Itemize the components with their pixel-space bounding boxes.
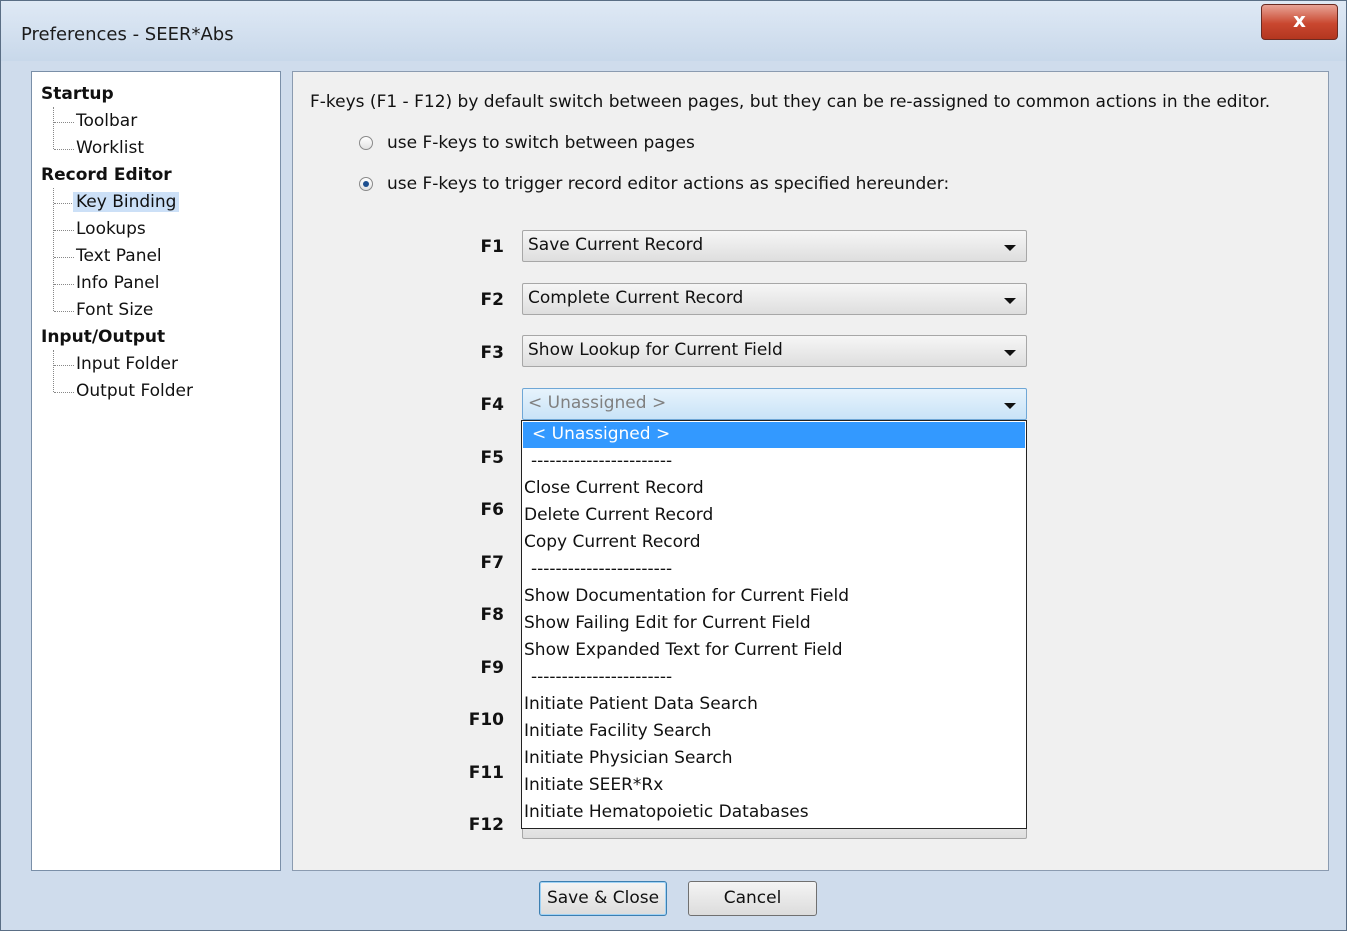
chevron-down-icon — [1004, 245, 1016, 251]
fkey-label: F4 — [480, 395, 504, 415]
chevron-down-icon — [1004, 298, 1016, 304]
dropdown-option[interactable]: Delete Current Record — [523, 503, 1025, 529]
dropdown-option[interactable]: < Unassigned > — [523, 422, 1025, 448]
save-close-label: Save & Close — [546, 888, 660, 908]
tree-item-info-panel[interactable]: Info Panel — [76, 273, 159, 293]
f4-selected-value: < Unassigned > — [528, 393, 667, 413]
tree-item-text-panel[interactable]: Text Panel — [76, 246, 162, 266]
cancel-label: Cancel — [723, 888, 782, 908]
dropdown-option[interactable]: Initiate SEER*Rx — [523, 773, 1025, 799]
fkey-label: F5 — [480, 448, 504, 468]
title-bar: Preferences - SEER*Abs x — [1, 1, 1346, 61]
save-close-button[interactable]: Save & Close — [539, 881, 667, 916]
f4-action-select[interactable]: < Unassigned > — [522, 388, 1027, 420]
tree-category-startup[interactable]: Startup — [41, 84, 114, 104]
window-title: Preferences - SEER*Abs — [21, 24, 234, 45]
fkey-label: F6 — [480, 500, 504, 520]
radio-button-off[interactable] — [359, 136, 373, 150]
dropdown-separator: ----------------------- — [531, 559, 673, 579]
tree-item-font-size[interactable]: Font Size — [76, 300, 153, 320]
tree-category-input-output[interactable]: Input/Output — [41, 327, 165, 347]
dropdown-option[interactable]: Show Documentation for Current Field — [523, 584, 1025, 610]
f2-selected-value: Complete Current Record — [528, 288, 744, 308]
fkey-label: F8 — [480, 605, 504, 625]
fkey-label: F11 — [468, 763, 504, 783]
fkey-label: F9 — [480, 658, 504, 678]
close-icon: x — [1293, 8, 1306, 32]
fkey-label: F12 — [468, 815, 504, 835]
dropdown-option[interactable]: Copy Current Record — [523, 530, 1025, 556]
f4-dropdown-list: < Unassigned > ----------------------- C… — [521, 420, 1027, 829]
radio-switch-pages-label: use F-keys to switch between pages — [387, 133, 695, 153]
tree-item-lookups[interactable]: Lookups — [76, 219, 146, 239]
f1-selected-value: Save Current Record — [528, 235, 704, 255]
tree-item-output-folder[interactable]: Output Folder — [76, 381, 193, 401]
fkey-label: F10 — [468, 710, 504, 730]
fkey-label: F3 — [480, 343, 504, 363]
tree-item-key-binding[interactable]: Key Binding — [73, 192, 180, 212]
chevron-down-icon — [1004, 350, 1016, 356]
preferences-tree: Startup Toolbar Worklist Record Editor K… — [31, 71, 281, 871]
tree-category-record-editor[interactable]: Record Editor — [41, 165, 172, 185]
dropdown-separator: ----------------------- — [531, 667, 673, 687]
radio-trigger-actions-label: use F-keys to trigger record editor acti… — [387, 174, 950, 194]
fkey-label: F1 — [480, 237, 504, 257]
dropdown-option[interactable]: Close Current Record — [523, 476, 1025, 502]
cancel-button[interactable]: Cancel — [688, 881, 817, 916]
tree-item-worklist[interactable]: Worklist — [76, 138, 144, 158]
f1-action-select[interactable]: Save Current Record — [522, 230, 1027, 262]
f2-action-select[interactable]: Complete Current Record — [522, 283, 1027, 315]
tree-item-input-folder[interactable]: Input Folder — [76, 354, 178, 374]
f3-selected-value: Show Lookup for Current Field — [528, 340, 783, 360]
close-button[interactable]: x — [1261, 4, 1338, 40]
dropdown-option[interactable]: Initiate Facility Search — [523, 719, 1025, 745]
dropdown-option[interactable]: Show Failing Edit for Current Field — [523, 611, 1025, 637]
chevron-down-icon — [1004, 403, 1016, 409]
fkey-label: F2 — [480, 290, 504, 310]
dropdown-separator: ----------------------- — [531, 451, 673, 471]
dropdown-option[interactable]: Show Expanded Text for Current Field — [523, 638, 1025, 664]
dropdown-option[interactable]: Initiate Physician Search — [523, 746, 1025, 772]
dropdown-option[interactable]: Initiate Patient Data Search — [523, 692, 1025, 718]
radio-button-on[interactable] — [359, 177, 373, 191]
dropdown-option[interactable]: Initiate Hematopoietic Databases — [523, 800, 1025, 826]
tree-item-toolbar[interactable]: Toolbar — [76, 111, 137, 131]
f3-action-select[interactable]: Show Lookup for Current Field — [522, 335, 1027, 367]
preferences-window: Preferences - SEER*Abs x Startup Toolbar… — [0, 0, 1347, 931]
fkey-label: F7 — [480, 553, 504, 573]
intro-text: F-keys (F1 - F12) by default switch betw… — [310, 92, 1271, 112]
